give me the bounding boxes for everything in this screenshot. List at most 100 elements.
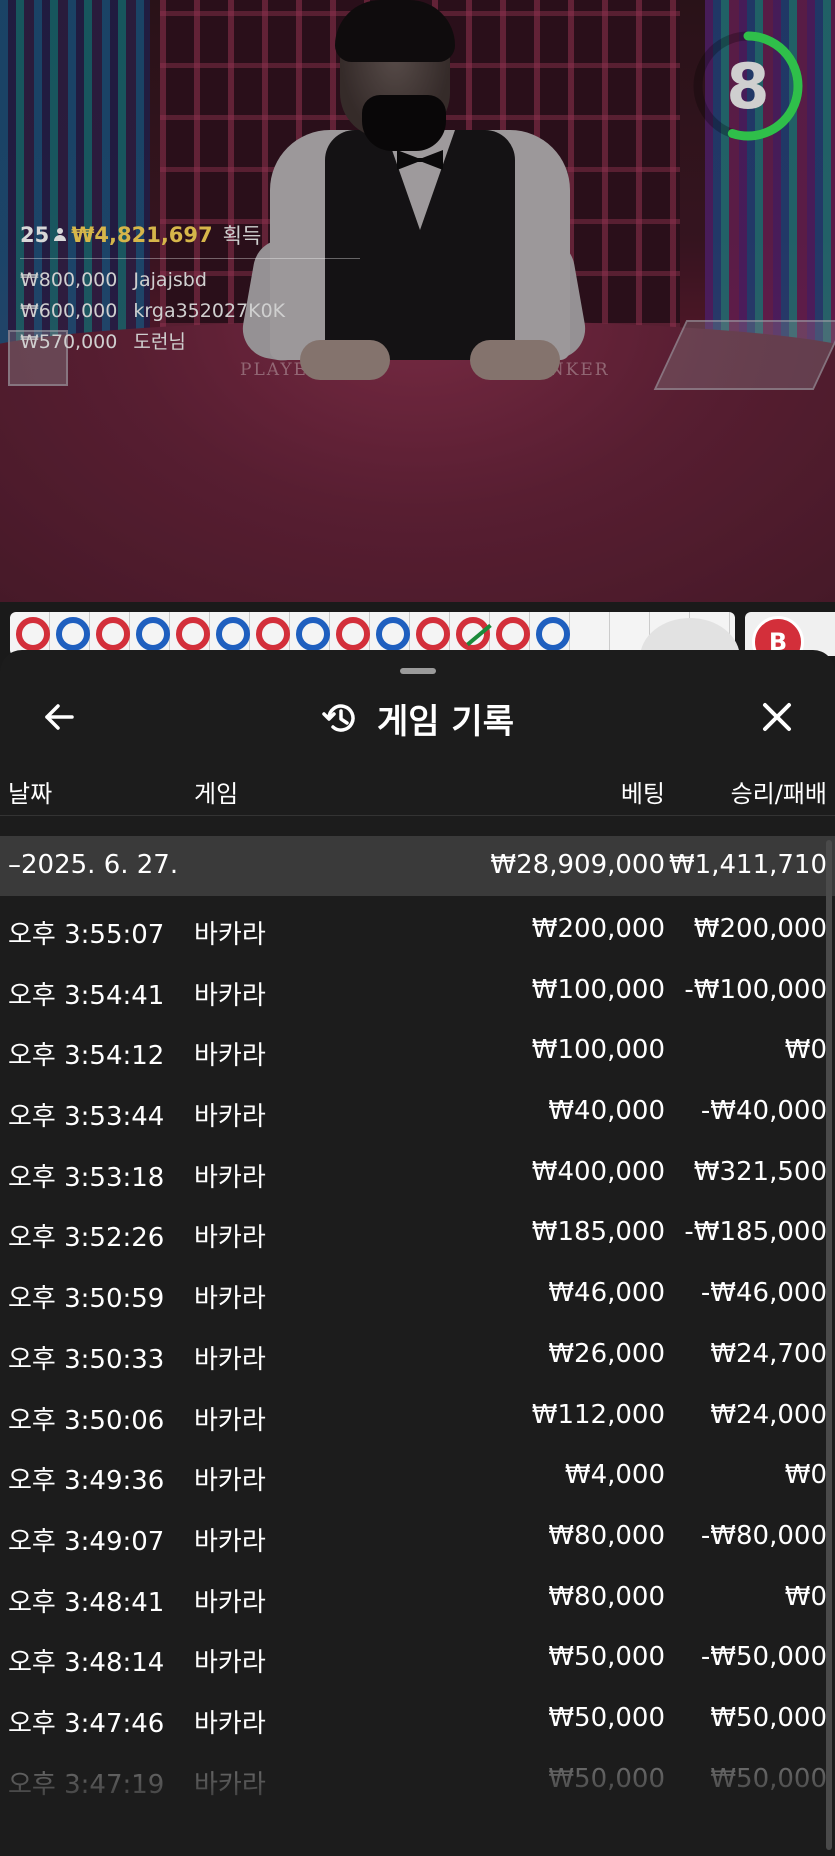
winner-name: krga352027K0K [133, 300, 286, 322]
row-game: 바카라 [194, 1466, 266, 1497]
bead-banker [56, 617, 90, 651]
row-bet: ₩80,000 [548, 1581, 665, 1612]
row-bet: ₩50,000 [548, 1642, 665, 1673]
bead-player [256, 617, 290, 651]
table-row[interactable]: 오후 3:54:41 바카라 ₩100,000 -₩100,000 [0, 959, 835, 1020]
winners-total: ₩4,821,697 [71, 223, 213, 247]
page-title: 게임 기록 [377, 701, 514, 742]
row-result: -₩40,000 [700, 1096, 827, 1127]
scrollbar[interactable] [826, 840, 832, 1850]
table-row[interactable]: 오후 3:53:44 바카라 ₩40,000 -₩40,000 [0, 1080, 835, 1141]
table-row[interactable]: 오후 3:49:36 바카라 ₩4,000 ₩0 [0, 1444, 835, 1505]
row-time: 오후 3:54:41 [8, 980, 165, 1011]
row-game: 바카라 [194, 1648, 266, 1679]
bead-player [176, 617, 210, 651]
row-result: ₩0 [784, 1460, 827, 1491]
table-row[interactable]: 오후 3:50:59 바카라 ₩46,000 -₩46,000 [0, 1262, 835, 1323]
winner-amount: ₩570,000 [20, 331, 118, 353]
bead-player [16, 617, 50, 651]
row-game: 바카라 [194, 980, 266, 1011]
row-game: 바카라 [194, 1587, 266, 1618]
sheet-drag-handle[interactable] [400, 668, 436, 674]
row-bet: ₩80,000 [548, 1520, 665, 1551]
winner-row: ₩570,000 도런님 [20, 327, 360, 358]
row-time: 오후 3:49:07 [8, 1526, 165, 1557]
countdown-timer-value: 8 [726, 49, 770, 123]
bead-player [496, 617, 530, 651]
winners-label: 획득 [222, 224, 262, 248]
row-bet: ₩200,000 [531, 914, 665, 944]
bead-banker [296, 617, 330, 651]
live-video[interactable]: PLAYER BANKER 8 25 ₩4,821,697 획득 ₩800,00… [0, 0, 835, 602]
row-result: ₩0 [784, 1581, 827, 1612]
row-bet: ₩185,000 [531, 1217, 665, 1248]
row-game: 바카라 [194, 1344, 266, 1375]
row-bet: ₩100,000 [531, 1035, 665, 1066]
row-time: 오후 3:52:26 [8, 1223, 165, 1254]
row-result: -₩46,000 [700, 1278, 827, 1309]
winners-summary: 25 ₩4,821,697 획득 [20, 220, 360, 250]
row-time: 오후 3:49:36 [8, 1466, 165, 1497]
row-time: 오후 3:48:41 [8, 1587, 165, 1618]
row-time: 오후 3:48:14 [8, 1648, 165, 1679]
row-bet: ₩40,000 [548, 1096, 665, 1127]
row-result: -₩80,000 [700, 1520, 827, 1551]
table-row[interactable]: 오후 3:47:46 바카라 ₩50,000 ₩50,000 [0, 1687, 835, 1748]
bead-banker [136, 617, 170, 651]
bead-tie [456, 617, 490, 651]
winner-name: 도런님 [133, 331, 186, 353]
row-time: 오후 3:50:59 [8, 1284, 165, 1315]
column-result: 승리/패배 [730, 780, 827, 808]
row-game: 바카라 [194, 1041, 266, 1072]
close-button[interactable] [752, 692, 802, 742]
table-row[interactable]: 오후 3:48:41 바카라 ₩80,000 ₩0 [0, 1566, 835, 1627]
history-icon [322, 704, 355, 732]
row-bet: ₩112,000 [531, 1399, 665, 1430]
winner-amount: ₩600,000 [20, 300, 118, 322]
row-time: 오후 3:54:12 [8, 1041, 165, 1072]
row-time: 오후 3:53:18 [8, 1162, 165, 1193]
table-row[interactable]: 오후 3:48:14 바카라 ₩50,000 -₩50,000 [0, 1626, 835, 1687]
row-bet: ₩46,000 [548, 1278, 665, 1309]
date-group-row[interactable]: –2025. 6. 27. ₩28,909,000 ₩1,411,710 [0, 836, 835, 896]
winner-row: ₩600,000 krga352027K0K [20, 296, 360, 327]
winner-amount: ₩800,000 [20, 269, 118, 291]
column-date: 날짜 [8, 780, 53, 808]
row-game: 바카라 [194, 1284, 266, 1315]
person-icon [53, 228, 67, 242]
bead-banker [376, 617, 410, 651]
row-result: ₩321,500 [693, 1156, 827, 1187]
bead-player [416, 617, 450, 651]
table-row[interactable]: 오후 3:50:06 바카라 ₩112,000 ₩24,000 [0, 1384, 835, 1445]
row-result: -₩100,000 [684, 974, 827, 1005]
table-row[interactable]: 오후 3:55:07 바카라 ₩200,000 ₩200,000 [0, 898, 835, 959]
date-group-bet-total: ₩28,909,000 [490, 850, 665, 880]
row-bet: ₩26,000 [548, 1338, 665, 1369]
winner-row: ₩800,000 Jajajsbd [20, 265, 360, 296]
row-bet: ₩400,000 [531, 1156, 665, 1187]
table-row[interactable]: 오후 3:52:26 바카라 ₩185,000 -₩185,000 [0, 1201, 835, 1262]
row-result: ₩200,000 [693, 914, 827, 944]
bead-banker [216, 617, 250, 651]
row-result: ₩0 [784, 1035, 827, 1066]
row-result: ₩24,000 [710, 1399, 827, 1430]
winner-name: Jajajsbd [133, 269, 207, 291]
bead-banker [536, 617, 570, 651]
table-row[interactable]: 오후 3:50:33 바카라 ₩26,000 ₩24,700 [0, 1323, 835, 1384]
column-game: 게임 [194, 780, 239, 808]
row-bet: ₩100,000 [531, 974, 665, 1005]
row-result: -₩50,000 [700, 1642, 827, 1673]
row-game: 바카라 [194, 1405, 266, 1436]
table-row[interactable]: 오후 3:53:18 바카라 ₩400,000 ₩321,500 [0, 1141, 835, 1202]
column-bet: 베팅 [620, 780, 665, 808]
history-list: 오후 3:55:07 바카라 ₩200,000 ₩200,000 오후 3:54:41 바… [0, 898, 835, 1808]
row-bet: ₩4,000 [564, 1460, 665, 1491]
table-row[interactable]: 오후 3:54:12 바카라 ₩100,000 ₩0 [0, 1019, 835, 1080]
row-time: 오후 3:53:44 [8, 1102, 165, 1133]
table-row[interactable]: 오후 3:49:07 바카라 ₩80,000 -₩80,000 [0, 1505, 835, 1566]
bead-player [336, 617, 370, 651]
date-group-date: –2025. 6. 27. [8, 850, 179, 880]
row-time: 오후 3:47:46 [8, 1708, 165, 1739]
row-result: ₩50,000 [710, 1702, 827, 1733]
row-game: 바카라 [194, 1223, 266, 1254]
